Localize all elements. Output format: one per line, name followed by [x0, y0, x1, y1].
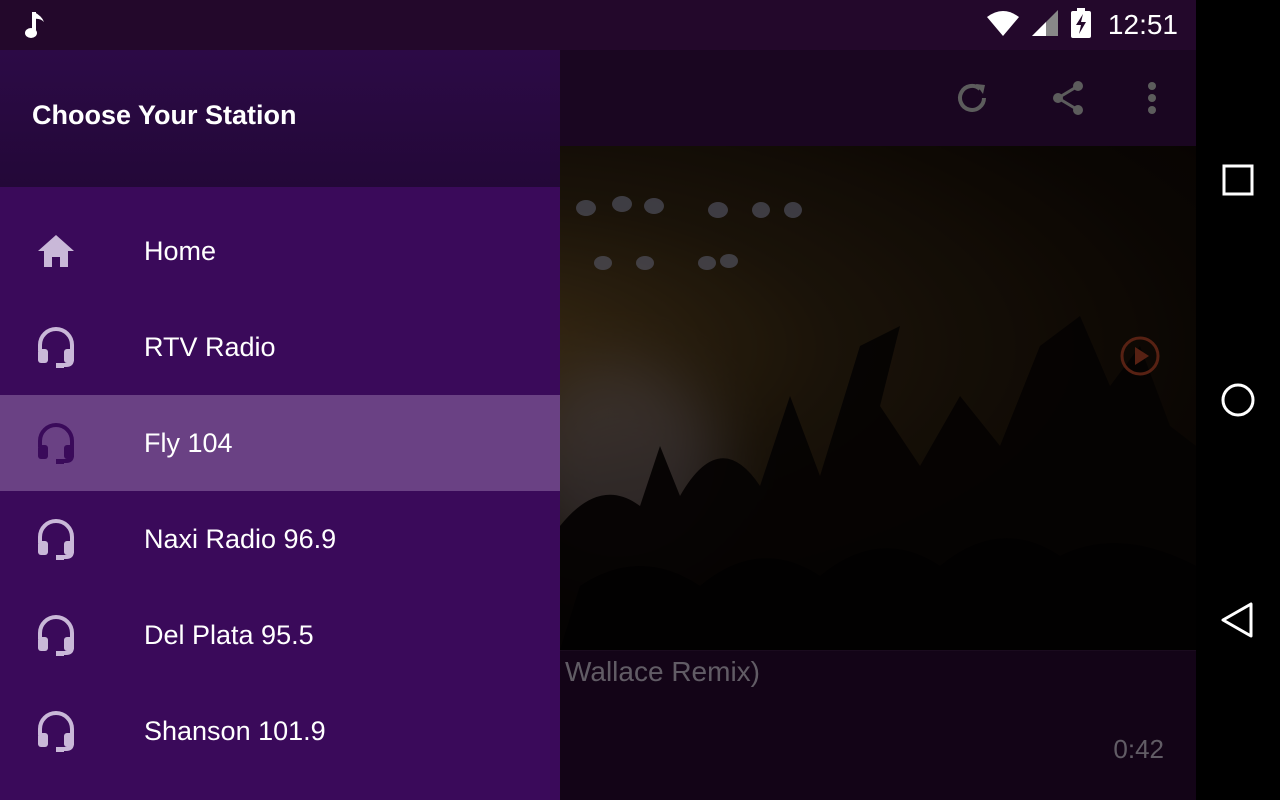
menu-item-shanson[interactable]: Shanson 101.9 — [0, 683, 560, 779]
menu-item-label: RTV Radio — [144, 331, 276, 362]
share-icon[interactable] — [1044, 74, 1092, 122]
headphones-icon — [34, 515, 78, 563]
elapsed-time: 0:42 — [1113, 734, 1164, 764]
home-icon — [34, 227, 78, 275]
recents-icon[interactable] — [1214, 156, 1262, 204]
menu-item-fly-104[interactable]: Fly 104 — [0, 395, 560, 491]
music-note-icon — [24, 10, 48, 45]
station-list: Home RTV Radio Fly 104 Naxi Radio 96.9 D… — [0, 203, 560, 779]
menu-item-naxi-radio[interactable]: Naxi Radio 96.9 — [0, 491, 560, 587]
menu-item-label: Fly 104 — [144, 427, 233, 458]
refresh-icon[interactable] — [948, 74, 996, 122]
headphones-icon — [34, 323, 78, 371]
home-nav-icon[interactable] — [1214, 376, 1262, 424]
menu-item-label: Naxi Radio 96.9 — [144, 523, 337, 554]
more-options-icon[interactable] — [1128, 74, 1176, 122]
menu-item-label: Del Plata 95.5 — [144, 619, 314, 650]
drawer-header: Choose Your Station — [0, 50, 560, 187]
menu-item-label: Shanson 101.9 — [144, 715, 326, 746]
menu-item-label: Home — [144, 235, 217, 266]
navigation-drawer: Choose Your Station Home RTV Radio Fly 1… — [0, 0, 560, 800]
menu-item-rtv-radio[interactable]: RTV Radio — [0, 299, 560, 395]
menu-item-del-plata[interactable]: Del Plata 95.5 — [0, 587, 560, 683]
play-icon[interactable] — [1118, 334, 1162, 378]
back-icon[interactable] — [1214, 596, 1262, 644]
headphones-icon — [34, 707, 78, 755]
status-time: 12:51 — [1107, 9, 1178, 40]
cell-signal-icon — [1030, 9, 1060, 42]
wifi-icon — [986, 9, 1020, 42]
system-nav-bar — [1196, 0, 1280, 800]
headphones-icon — [34, 611, 78, 659]
drawer-status-area — [0, 0, 560, 50]
headphones-icon — [34, 419, 78, 467]
battery-charging-icon — [1070, 7, 1092, 43]
drawer-title: Choose Your Station — [32, 100, 297, 130]
menu-item-home[interactable]: Home — [0, 203, 560, 299]
